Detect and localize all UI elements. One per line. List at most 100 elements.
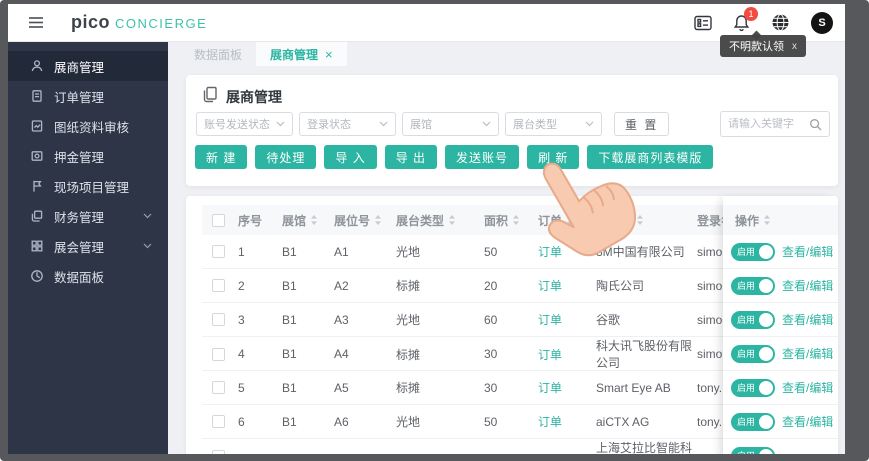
- pages-icon: [202, 86, 218, 108]
- chevron-down-icon: [379, 121, 388, 127]
- column-header-0: 序号: [238, 212, 282, 229]
- search-input[interactable]: [728, 118, 809, 130]
- search-icon[interactable]: [809, 118, 822, 131]
- cell-booth_type: 光地: [396, 313, 421, 327]
- order-link[interactable]: 订单: [538, 346, 596, 363]
- sort-icon[interactable]: [310, 214, 318, 226]
- claim-list-icon[interactable]: [694, 15, 712, 31]
- main-area: 数据面板展商管理× 展商管理 账号发送状态登录状态展馆展台类型重 置 新 建待处…: [168, 42, 845, 454]
- sidebar-item-7[interactable]: 数据面板: [8, 261, 168, 291]
- exhibitor-icon: [30, 59, 44, 73]
- column-header-label: 展台类型: [396, 213, 445, 228]
- toggle-knob: [759, 244, 773, 259]
- sidebar-item-1[interactable]: 订单管理: [8, 81, 168, 111]
- row-checkbox[interactable]: [212, 415, 225, 428]
- hamburger-menu-icon[interactable]: [28, 16, 44, 29]
- column-header-label: 展商名: [596, 213, 633, 228]
- enable-toggle[interactable]: 启用: [731, 446, 775, 454]
- select-all-checkbox[interactable]: [212, 213, 225, 227]
- tab-1[interactable]: 展商管理 ×: [256, 42, 347, 66]
- order-link[interactable]: 订单: [538, 379, 596, 396]
- row-checkbox[interactable]: [212, 279, 225, 292]
- action-button-0[interactable]: 新 建: [195, 145, 248, 169]
- cell-booth: A5: [334, 380, 349, 395]
- cell-area: 50: [484, 414, 498, 429]
- toggle-knob: [759, 278, 773, 293]
- sidebar-item-label: 财务管理: [54, 210, 105, 225]
- sidebar-item-5[interactable]: 财务管理: [8, 201, 168, 231]
- sidebar-item-label: 数据面板: [54, 270, 105, 285]
- top-icon-group: 1 S: [694, 6, 833, 34]
- column-header-label: 序号: [238, 213, 263, 228]
- filter-select-1[interactable]: 登录状态: [299, 112, 396, 136]
- filter-select-0[interactable]: 账号发送状态: [196, 112, 293, 136]
- user-avatar[interactable]: S: [811, 11, 833, 34]
- notification-bell-icon[interactable]: 1: [733, 6, 758, 32]
- claim-tooltip-text: 不明款认领: [729, 41, 784, 53]
- column-header-6: 展商名: [596, 212, 697, 229]
- sidebar-item-0[interactable]: 展商管理: [8, 51, 168, 81]
- cell-booth_type: 标摊: [396, 279, 421, 293]
- view-edit-link[interactable]: 查看/编辑: [782, 277, 833, 294]
- row-checkbox[interactable]: [212, 449, 225, 454]
- notification-badge: 1: [744, 6, 758, 21]
- cell-exhibitor: Smart Eye AB: [596, 380, 671, 395]
- view-edit-link[interactable]: 查看/编辑: [782, 311, 833, 328]
- row-checkbox[interactable]: [212, 347, 225, 361]
- sidebar-item-3[interactable]: 押金管理: [8, 141, 168, 171]
- action-button-1[interactable]: 待处理: [255, 145, 317, 169]
- order-link[interactable]: 订单: [538, 311, 596, 328]
- toggle-label: 启用: [737, 247, 756, 257]
- filter-select-3[interactable]: 展台类型: [505, 112, 602, 136]
- sidebar-item-2[interactable]: 图纸资料审核: [8, 111, 168, 141]
- action-button-5[interactable]: 刷 新: [527, 145, 580, 169]
- toggle-label: 启用: [737, 417, 756, 427]
- action-button-3[interactable]: 导 出: [384, 145, 438, 169]
- action-button-2[interactable]: 导 入: [324, 145, 377, 169]
- sidebar-item-6[interactable]: 展会管理: [8, 231, 168, 261]
- sort-icon[interactable]: [763, 214, 771, 226]
- cell-booth: A1: [334, 244, 349, 259]
- sort-icon[interactable]: [512, 214, 520, 226]
- row-checkbox[interactable]: [212, 245, 225, 258]
- column-header-5: 订单: [538, 212, 596, 229]
- view-edit-link[interactable]: 查看/编辑: [782, 413, 833, 430]
- enable-toggle[interactable]: 启用: [731, 412, 775, 431]
- enable-toggle[interactable]: 启用: [731, 378, 775, 397]
- action-button-4[interactable]: 发送账号: [445, 145, 520, 169]
- enable-toggle[interactable]: 启用: [731, 344, 775, 363]
- sidebar-item-4[interactable]: 现场项目管理: [8, 171, 168, 201]
- enable-toggle[interactable]: 启用: [731, 242, 775, 261]
- action-button-6[interactable]: 下载展商列表模版: [587, 145, 714, 169]
- tab-0[interactable]: 数据面板: [180, 42, 256, 66]
- sort-icon[interactable]: [566, 214, 574, 226]
- row-checkbox[interactable]: [212, 381, 225, 394]
- filter-select-2[interactable]: 展馆: [402, 112, 499, 136]
- order-link[interactable]: 订单: [538, 413, 596, 430]
- toggle-knob: [759, 448, 773, 454]
- enable-toggle[interactable]: 启用: [731, 310, 775, 329]
- sidebar-item-label: 订单管理: [54, 90, 105, 105]
- cell-index: 2: [238, 278, 245, 293]
- view-edit-link[interactable]: 查看/编辑: [782, 243, 833, 260]
- app-window: pico CONCIERGE 1 S 不明款认领 x 展商管理 订单管理 图纸资…: [8, 4, 845, 454]
- sort-icon[interactable]: [636, 214, 644, 226]
- reset-button[interactable]: 重 置: [614, 112, 670, 136]
- language-globe-icon[interactable]: [771, 13, 790, 32]
- tab-close-icon[interactable]: ×: [325, 47, 333, 62]
- column-header-label: 面积: [484, 213, 509, 228]
- enable-toggle[interactable]: 启用: [731, 276, 775, 295]
- action-row: 启用 查看/编辑: [723, 269, 838, 303]
- view-edit-link[interactable]: 查看/编辑: [782, 379, 833, 396]
- sort-icon[interactable]: [448, 214, 456, 226]
- claim-tooltip-close-icon[interactable]: x: [792, 41, 797, 52]
- exhibition-icon: [30, 239, 44, 253]
- filter-select-placeholder: 登录状态: [307, 119, 351, 131]
- toggle-label: 启用: [737, 383, 756, 393]
- action-row: 启用 查看/编辑: [723, 337, 838, 371]
- row-checkbox[interactable]: [212, 313, 225, 326]
- order-link[interactable]: 订单: [538, 277, 596, 294]
- view-edit-link[interactable]: 查看/编辑: [782, 345, 833, 362]
- order-link[interactable]: 订单: [538, 243, 596, 260]
- sort-icon[interactable]: [374, 214, 382, 226]
